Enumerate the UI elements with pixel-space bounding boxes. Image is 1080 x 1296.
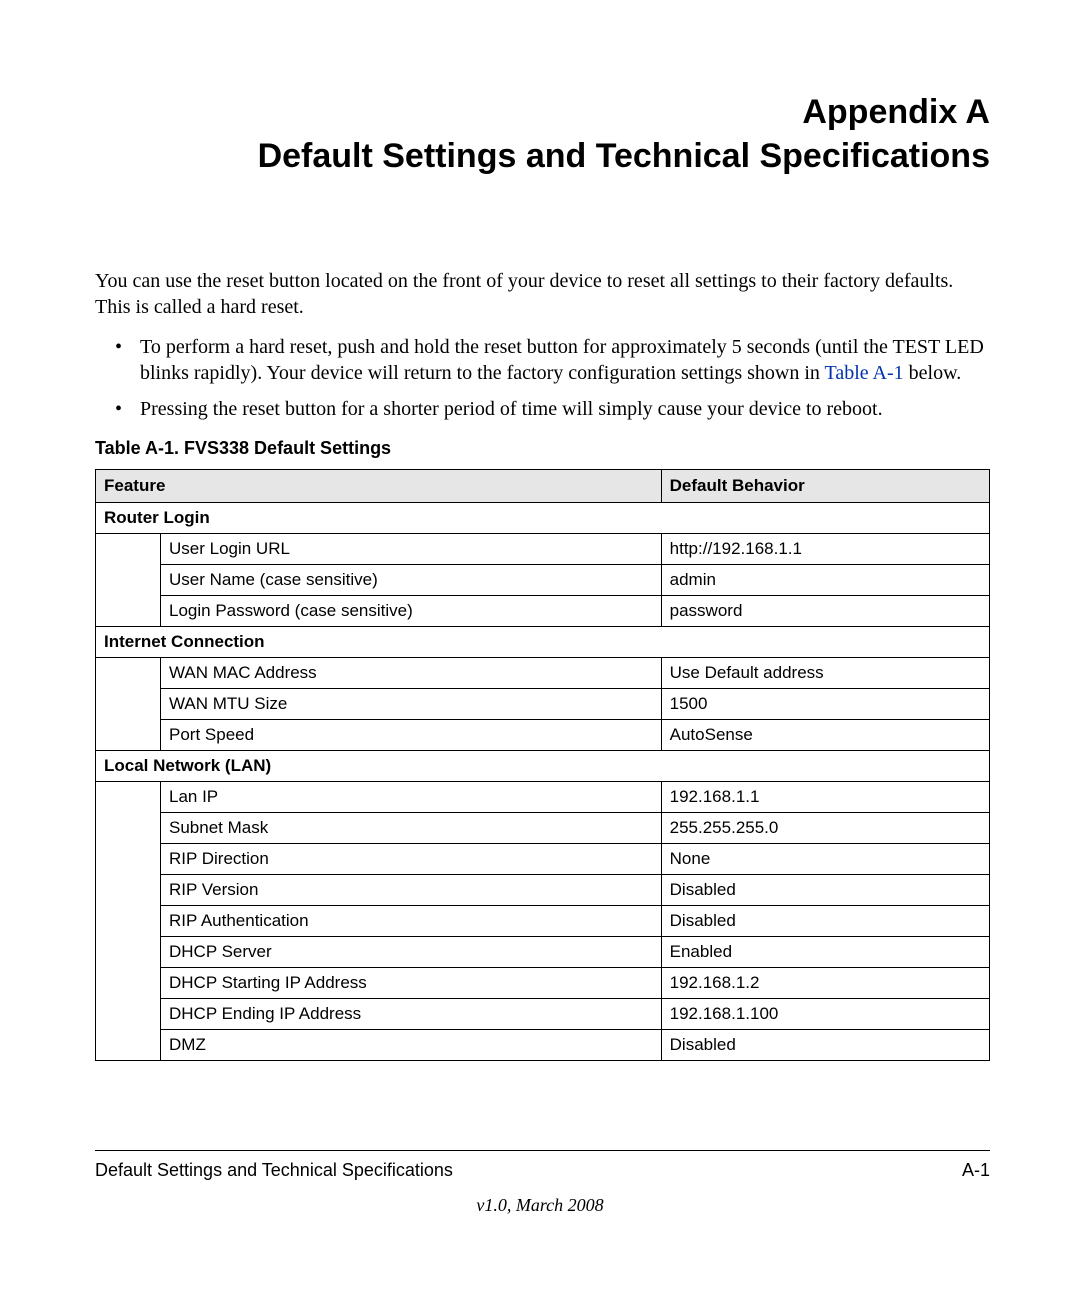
footer-divider (95, 1150, 990, 1151)
value-cell: 192.168.1.1 (661, 782, 989, 813)
table-row: User Name (case sensitive) admin (96, 565, 990, 596)
footer-section-title: Default Settings and Technical Specifica… (95, 1160, 453, 1181)
indent-cell (96, 689, 161, 720)
value-cell: http://192.168.1.1 (661, 534, 989, 565)
page-title: Default Settings and Technical Specifica… (95, 134, 990, 178)
feature-cell: DHCP Server (161, 937, 662, 968)
section-label: Router Login (96, 503, 990, 534)
feature-cell: Login Password (case sensitive) (161, 596, 662, 627)
table-row: WAN MAC Address Use Default address (96, 658, 990, 689)
section-row-router-login: Router Login (96, 503, 990, 534)
header-behavior: Default Behavior (661, 470, 989, 503)
value-cell: Disabled (661, 875, 989, 906)
value-cell: 255.255.255.0 (661, 813, 989, 844)
section-label: Internet Connection (96, 627, 990, 658)
indent-cell (96, 782, 161, 813)
indent-cell (96, 937, 161, 968)
section-row-lan: Local Network (LAN) (96, 751, 990, 782)
page-title-block: Appendix A Default Settings and Technica… (95, 90, 990, 178)
value-cell: 192.168.1.2 (661, 968, 989, 999)
table-header-row: Feature Default Behavior (96, 470, 990, 503)
value-cell: None (661, 844, 989, 875)
feature-cell: DMZ (161, 1030, 662, 1061)
indent-cell (96, 813, 161, 844)
section-label: Local Network (LAN) (96, 751, 990, 782)
footer-row: Default Settings and Technical Specifica… (95, 1160, 990, 1181)
section-row-internet: Internet Connection (96, 627, 990, 658)
value-cell: Disabled (661, 906, 989, 937)
feature-cell: RIP Authentication (161, 906, 662, 937)
feature-cell: DHCP Starting IP Address (161, 968, 662, 999)
table-row: RIP Version Disabled (96, 875, 990, 906)
indent-cell (96, 1030, 161, 1061)
indent-cell (96, 968, 161, 999)
value-cell: Disabled (661, 1030, 989, 1061)
feature-cell: User Login URL (161, 534, 662, 565)
indent-cell (96, 658, 161, 689)
table-caption: Table A-1. FVS338 Default Settings (95, 438, 990, 459)
feature-cell: DHCP Ending IP Address (161, 999, 662, 1030)
appendix-label: Appendix A (95, 90, 990, 134)
bullet-list: To perform a hard reset, push and hold t… (95, 334, 990, 422)
table-row: DMZ Disabled (96, 1030, 990, 1061)
feature-cell: WAN MAC Address (161, 658, 662, 689)
table-row: DHCP Server Enabled (96, 937, 990, 968)
feature-cell: User Name (case sensitive) (161, 565, 662, 596)
bullet-text-suffix: below. (904, 362, 962, 384)
value-cell: 192.168.1.100 (661, 999, 989, 1030)
feature-cell: Lan IP (161, 782, 662, 813)
indent-cell (96, 844, 161, 875)
table-row: User Login URL http://192.168.1.1 (96, 534, 990, 565)
footer-page-number: A-1 (962, 1160, 990, 1181)
list-item: Pressing the reset button for a shorter … (140, 396, 990, 422)
table-link[interactable]: Table A-1 (825, 362, 904, 384)
indent-cell (96, 596, 161, 627)
value-cell: 1500 (661, 689, 989, 720)
feature-cell: RIP Version (161, 875, 662, 906)
feature-cell: WAN MTU Size (161, 689, 662, 720)
table-row: Lan IP 192.168.1.1 (96, 782, 990, 813)
feature-cell: Port Speed (161, 720, 662, 751)
indent-cell (96, 534, 161, 565)
table-row: DHCP Starting IP Address 192.168.1.2 (96, 968, 990, 999)
value-cell: Enabled (661, 937, 989, 968)
list-item: To perform a hard reset, push and hold t… (140, 334, 990, 386)
header-feature: Feature (96, 470, 662, 503)
value-cell: AutoSense (661, 720, 989, 751)
table-row: Subnet Mask 255.255.255.0 (96, 813, 990, 844)
default-settings-table: Feature Default Behavior Router Login Us… (95, 469, 990, 1061)
value-cell: password (661, 596, 989, 627)
feature-cell: Subnet Mask (161, 813, 662, 844)
indent-cell (96, 875, 161, 906)
indent-cell (96, 720, 161, 751)
indent-cell (96, 565, 161, 596)
value-cell: admin (661, 565, 989, 596)
table-row: DHCP Ending IP Address 192.168.1.100 (96, 999, 990, 1030)
table-row: Login Password (case sensitive) password (96, 596, 990, 627)
table-row: RIP Authentication Disabled (96, 906, 990, 937)
indent-cell (96, 999, 161, 1030)
indent-cell (96, 906, 161, 937)
intro-paragraph: You can use the reset button located on … (95, 268, 990, 320)
table-row: Port Speed AutoSense (96, 720, 990, 751)
feature-cell: RIP Direction (161, 844, 662, 875)
table-row: WAN MTU Size 1500 (96, 689, 990, 720)
value-cell: Use Default address (661, 658, 989, 689)
table-row: RIP Direction None (96, 844, 990, 875)
footer-version: v1.0, March 2008 (0, 1195, 1080, 1216)
